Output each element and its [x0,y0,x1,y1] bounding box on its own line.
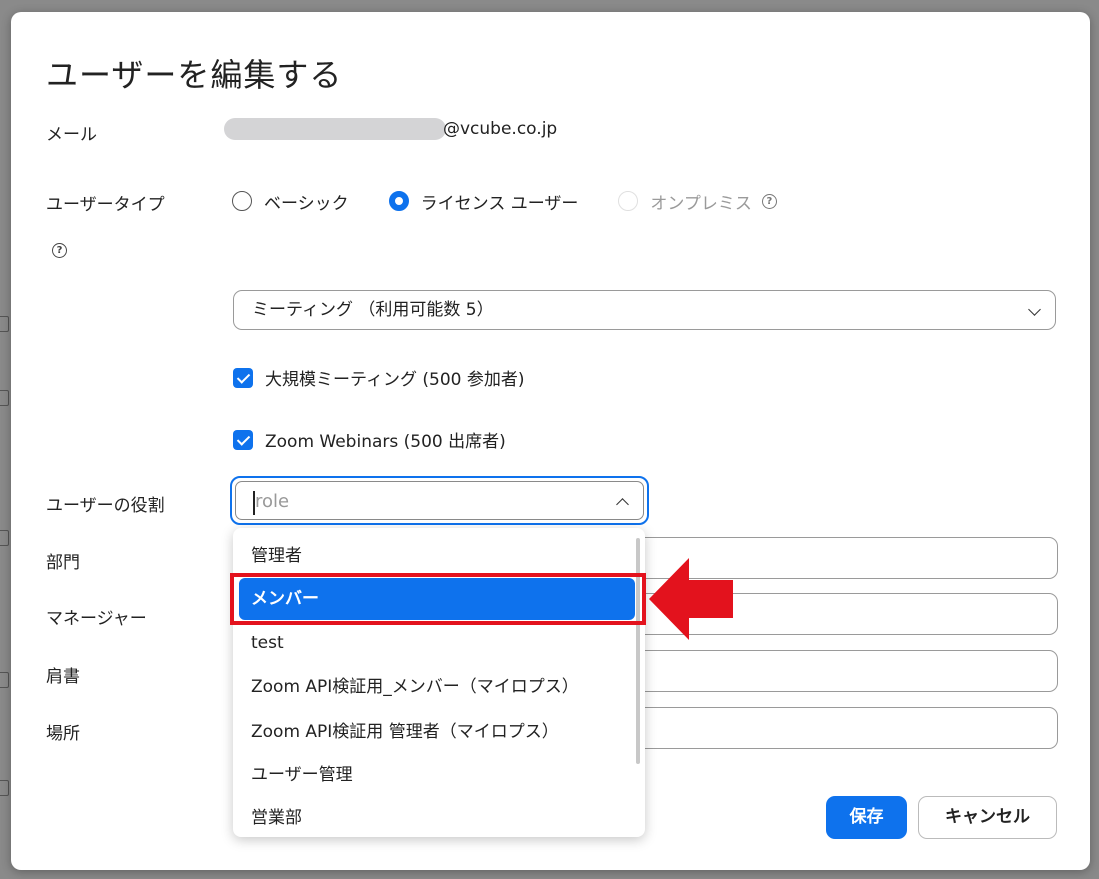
user-type-radio-group: ベーシック ライセンス ユーザー オンプレミス ? [232,188,817,214]
email-domain: @vcube.co.jp [443,119,558,139]
radio-basic[interactable]: ベーシック [232,189,349,214]
role-placeholder: role [255,491,290,512]
checkbox-label: Zoom Webinars (500 出席者) [265,432,506,452]
red-left-arrow-icon [649,558,733,640]
radio-circle[interactable] [232,191,252,211]
help-icon[interactable]: ? [52,243,67,258]
license-select[interactable]: ミーティング （利用可能数 5） [233,290,1056,330]
background-checkbox [0,672,9,688]
radio-label: オンプレミス [650,193,752,214]
job-title-input[interactable] [611,650,1058,692]
dropdown-scrollbar[interactable] [636,538,640,764]
manager-label: マネージャー [46,609,147,629]
role-input-field[interactable]: role [235,481,644,520]
dialog-title: ユーザーを編集する [46,56,343,94]
radio-circle [618,191,639,211]
chevron-up-icon[interactable] [616,498,629,511]
role-option[interactable]: 営業部 [233,798,633,837]
radio-label: ライセンス ユーザー [420,193,579,214]
checkbox-label: 大規模ミーティング (500 参加者) [265,370,525,390]
user-type-label: ユーザータイプ [46,195,165,215]
large-meeting-checkbox[interactable]: 大規模ミーティング (500 参加者) [233,365,525,390]
save-button[interactable]: 保存 [826,796,907,839]
checkbox-checked-icon[interactable] [233,367,253,388]
edit-user-dialog: ユーザーを編集する メール @vcube.co.jp ユーザータイプ ? ベーシ… [11,12,1090,870]
role-option[interactable]: 管理者 [233,536,633,576]
webinars-checkbox[interactable]: Zoom Webinars (500 出席者) [233,427,506,452]
radio-on-premise: オンプレミス ? [618,189,777,214]
radio-label: ベーシック [264,193,349,214]
role-label: ユーザーの役割 [46,496,165,516]
user-type-help[interactable]: ? [52,238,67,258]
radio-licensed-user[interactable]: ライセンス ユーザー [388,189,579,214]
department-label: 部門 [46,553,80,573]
cancel-button[interactable]: キャンセル [918,796,1057,839]
role-combobox[interactable]: role [230,476,649,525]
location-label: 場所 [46,724,80,744]
background-checkbox [0,316,9,332]
role-option[interactable]: Zoom API検証用 管理者（マイロプス） [233,712,633,752]
email-label: メール [46,125,97,145]
role-option[interactable]: Zoom API検証用_メンバー（マイロプス） [233,667,633,707]
chevron-down-icon [1028,303,1041,316]
email-redacted-mask [224,118,446,140]
radio-circle[interactable] [388,191,409,211]
role-option[interactable]: test [233,623,633,663]
background-checkbox [0,780,9,796]
role-option[interactable]: ユーザー管理 [233,755,633,795]
help-icon[interactable]: ? [761,193,777,209]
background-checkbox [0,530,9,546]
checkbox-checked-icon[interactable] [233,429,253,450]
job-title-label: 肩書 [46,667,80,687]
license-select-value: ミーティング （利用可能数 5） [252,300,494,320]
location-input[interactable] [611,707,1058,749]
highlight-box [230,573,646,625]
background-checkbox [0,390,9,406]
